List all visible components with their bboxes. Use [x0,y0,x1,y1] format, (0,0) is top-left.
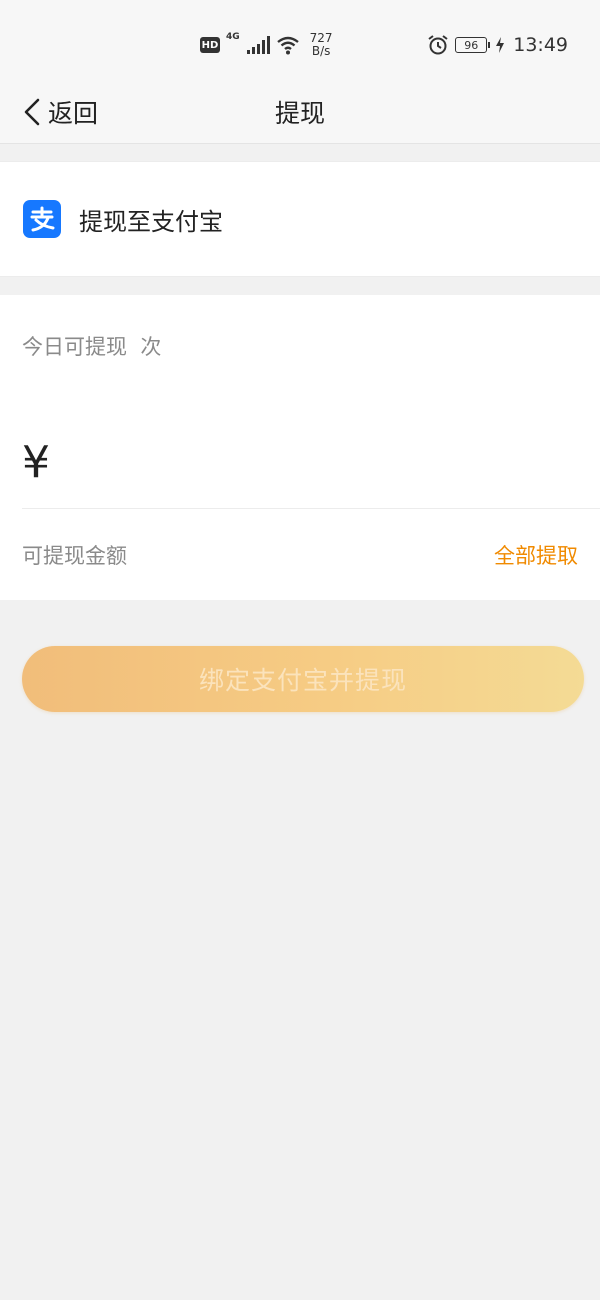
status-bar: HD 4G 727 B/s 96 13:49 [0,0,600,80]
clock: 13:49 [513,34,568,56]
available-row: 可提现金额 全部提取 [22,535,578,575]
withdraw-panel: 今日可提现 次 ¥ 可提现金额 全部提取 [0,295,600,600]
back-button[interactable]: 返回 [22,92,98,132]
battery-level: 96 [464,38,479,52]
status-right: 96 13:49 [427,30,568,60]
currency-symbol: ¥ [22,437,50,488]
alarm-icon [428,35,448,55]
wifi-icon [276,36,299,55]
battery-icon: 96 [455,37,491,53]
network-speed: 727 B/s [310,32,333,58]
amount-input[interactable] [60,432,600,493]
withdraw-target-label: 提现至支付宝 [79,207,223,236]
status-indicators: HD 4G 727 B/s [200,30,333,60]
charging-icon [496,37,505,53]
bind-alipay-withdraw-button[interactable]: 绑定支付宝并提现 [22,646,584,712]
network-type: 4G [226,32,240,42]
alipay-icon [23,200,61,238]
nav-bar: 提现 返回 [0,80,600,144]
withdraw-all-button[interactable]: 全部提取 [494,540,578,570]
chevron-left-icon [24,98,40,126]
amount-row: ¥ [22,417,600,509]
signal-icon [246,36,270,54]
withdraw-target-alipay[interactable]: 提现至支付宝 [0,161,600,277]
back-label: 返回 [48,99,99,128]
available-amount-label: 可提现金额 [22,544,127,568]
speed-unit: B/s [311,44,331,58]
hd-badge: HD [200,37,220,53]
today-limit-text: 今日可提现 次 [22,335,162,359]
